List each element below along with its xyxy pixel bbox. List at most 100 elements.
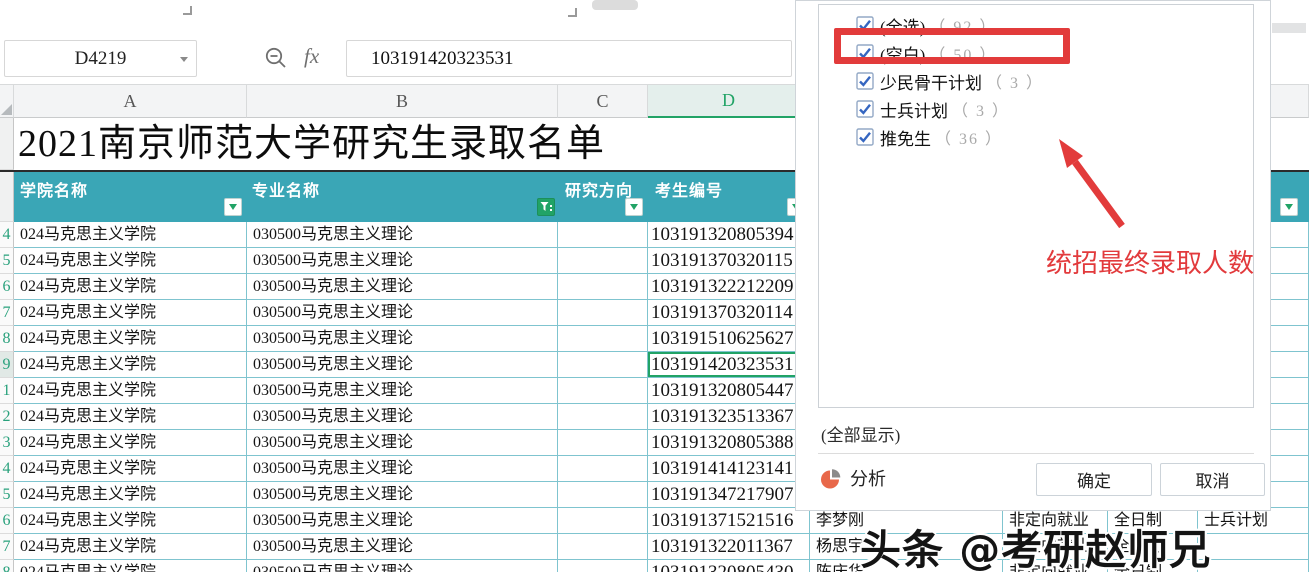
ok-button[interactable]: 确定 xyxy=(1036,463,1152,496)
cell-candidate-id[interactable]: 103191323513367 xyxy=(648,404,810,430)
cell-major[interactable]: 030500马克思主义理论 xyxy=(247,560,558,572)
filter-list-item[interactable]: 士兵计划 （ 3 ） xyxy=(819,95,1253,123)
row-header[interactable]: 2 xyxy=(0,404,14,430)
cell-major[interactable]: 030500马克思主义理论 xyxy=(247,508,558,534)
cell-candidate-id[interactable]: 103191414123141 xyxy=(648,456,810,482)
cell-major[interactable]: 030500马克思主义理论 xyxy=(247,456,558,482)
checkbox-checked-icon[interactable] xyxy=(856,128,874,146)
cell-college[interactable]: 024马克思主义学院 xyxy=(14,378,247,404)
cell-major[interactable]: 030500马克思主义理论 xyxy=(247,326,558,352)
cell-college[interactable]: 024马克思主义学院 xyxy=(14,326,247,352)
cell-direction[interactable] xyxy=(558,430,648,456)
cell-college[interactable]: 024马克思主义学院 xyxy=(14,352,247,378)
cell-candidate-id[interactable]: 103191370320115 xyxy=(648,248,810,274)
cell-college[interactable]: 024马克思主义学院 xyxy=(14,300,247,326)
analyze-action[interactable]: 分析 xyxy=(820,465,886,491)
row-header-band[interactable] xyxy=(0,172,14,222)
cell-plan-type[interactable]: 士兵计划 xyxy=(1198,508,1309,534)
column-header-c[interactable]: C xyxy=(558,84,648,118)
checkbox-checked-icon[interactable] xyxy=(856,100,874,118)
cell-college[interactable]: 024马克思主义学院 xyxy=(14,274,247,300)
filter-list-item[interactable]: 推免生 （ 36 ） xyxy=(819,123,1253,151)
cell-direction[interactable] xyxy=(558,326,648,352)
filter-button-col-h[interactable] xyxy=(1280,198,1298,216)
filter-button-direction[interactable] xyxy=(625,198,643,216)
checkbox-checked-icon[interactable] xyxy=(856,72,874,90)
row-header[interactable]: 8 xyxy=(0,326,14,352)
cell-college[interactable]: 024马克思主义学院 xyxy=(14,430,247,456)
cell-major[interactable]: 030500马克思主义理论 xyxy=(247,430,558,456)
row-header[interactable]: 1 xyxy=(0,378,14,404)
cell-candidate-id[interactable]: 103191322011367 xyxy=(648,534,810,560)
cell-candidate-id[interactable]: 103191320805388 xyxy=(648,430,810,456)
cell-direction[interactable] xyxy=(558,482,648,508)
cell-direction[interactable] xyxy=(558,300,648,326)
filter-list-item[interactable]: 少民骨干计划 （ 3 ） xyxy=(819,67,1253,95)
header-major: 专业名称 xyxy=(252,183,321,200)
row-header[interactable]: 3 xyxy=(0,430,14,456)
cell-direction[interactable] xyxy=(558,508,648,534)
cell-candidate-id[interactable]: 103191320805430 xyxy=(648,560,810,572)
cell-college[interactable]: 024马克思主义学院 xyxy=(14,404,247,430)
cell-college[interactable]: 024马克思主义学院 xyxy=(14,248,247,274)
row-header[interactable]: 7 xyxy=(0,534,14,560)
cell-direction[interactable] xyxy=(558,222,648,248)
select-all-corner[interactable] xyxy=(0,84,14,118)
row-header[interactable]: 8 xyxy=(0,560,14,572)
filter-button-major-active[interactable] xyxy=(537,198,555,216)
row-header[interactable]: 4 xyxy=(0,456,14,482)
cell-major[interactable]: 030500马克思主义理论 xyxy=(247,274,558,300)
cell-direction[interactable] xyxy=(558,352,648,378)
cell-plan-type[interactable] xyxy=(1198,560,1309,572)
cell-college[interactable]: 024马克思主义学院 xyxy=(14,560,247,572)
cell-direction[interactable] xyxy=(558,534,648,560)
cell-college[interactable]: 024马克思主义学院 xyxy=(14,222,247,248)
fx-icon[interactable]: fx xyxy=(304,44,319,69)
cell-direction[interactable] xyxy=(558,456,648,482)
row-header[interactable]: 7 xyxy=(0,300,14,326)
column-header-d-selected[interactable]: D xyxy=(648,84,810,118)
cell-major[interactable]: 030500马克思主义理论 xyxy=(247,404,558,430)
cell-plan-type[interactable] xyxy=(1198,534,1309,560)
cell-direction[interactable] xyxy=(558,248,648,274)
cell-candidate-id[interactable]: 103191320805394 xyxy=(648,222,810,248)
zoom-out-icon[interactable] xyxy=(264,46,290,72)
row-header[interactable]: 9 xyxy=(0,352,14,378)
cell-major[interactable]: 030500马克思主义理论 xyxy=(247,248,558,274)
cell-direction[interactable] xyxy=(558,560,648,572)
cell-candidate-id[interactable]: 103191371521516 xyxy=(648,508,810,534)
cell-direction[interactable] xyxy=(558,404,648,430)
column-header-a[interactable]: A xyxy=(14,84,247,118)
cell-college[interactable]: 024马克思主义学院 xyxy=(14,534,247,560)
cell-major[interactable]: 030500马克思主义理论 xyxy=(247,300,558,326)
cell-direction[interactable] xyxy=(558,378,648,404)
formula-input[interactable]: 103191420323531 xyxy=(346,40,792,77)
cell-candidate-id[interactable]: 103191347217907 xyxy=(648,482,810,508)
row-header[interactable]: 6 xyxy=(0,274,14,300)
row-header[interactable]: 4 xyxy=(0,222,14,248)
cancel-button[interactable]: 取消 xyxy=(1160,463,1265,496)
cell-major[interactable]: 030500马克思主义理论 xyxy=(247,482,558,508)
cell-college[interactable]: 024马克思主义学院 xyxy=(14,456,247,482)
row-header-title[interactable] xyxy=(0,118,14,170)
cell-college[interactable]: 024马克思主义学院 xyxy=(14,508,247,534)
cell-major[interactable]: 030500马克思主义理论 xyxy=(247,352,558,378)
cell-candidate-id[interactable]: 103191322212209 xyxy=(648,274,810,300)
column-header-b[interactable]: B xyxy=(247,84,558,118)
row-header[interactable]: 5 xyxy=(0,482,14,508)
cell-candidate-id[interactable]: 103191420323531 xyxy=(648,352,810,378)
show-all-link[interactable]: (全部显示) xyxy=(821,421,900,446)
cell-major[interactable]: 030500马克思主义理论 xyxy=(247,534,558,560)
name-box-caret-icon[interactable] xyxy=(180,57,188,62)
cell-major[interactable]: 030500马克思主义理论 xyxy=(247,222,558,248)
name-box[interactable]: D4219 xyxy=(4,40,197,77)
cell-candidate-id[interactable]: 103191510625627 xyxy=(648,326,810,352)
row-header[interactable]: 5 xyxy=(0,248,14,274)
filter-button-college[interactable] xyxy=(224,198,242,216)
cell-major[interactable]: 030500马克思主义理论 xyxy=(247,378,558,404)
cell-direction[interactable] xyxy=(558,274,648,300)
cell-candidate-id[interactable]: 103191370320114 xyxy=(648,300,810,326)
row-header[interactable]: 6 xyxy=(0,508,14,534)
cell-college[interactable]: 024马克思主义学院 xyxy=(14,482,247,508)
cell-candidate-id[interactable]: 103191320805447 xyxy=(648,378,810,404)
